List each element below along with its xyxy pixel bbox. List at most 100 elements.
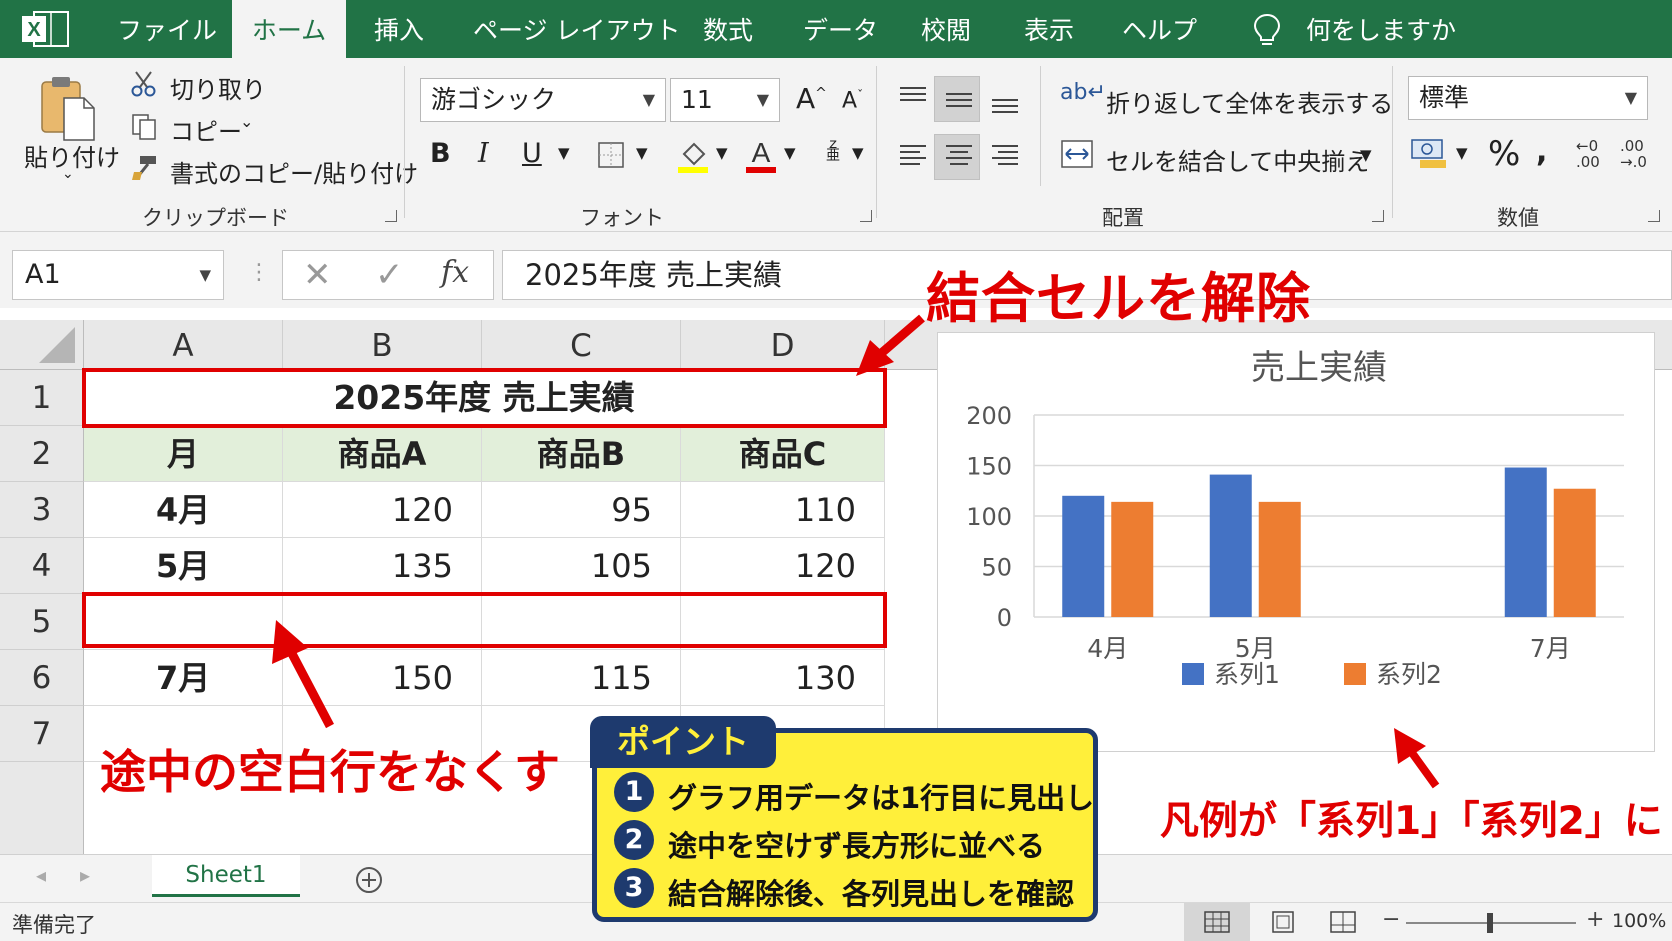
data-cell[interactable]: 105	[482, 538, 681, 594]
fill-color-icon[interactable]	[676, 138, 710, 174]
data-cell[interactable]: 120	[681, 538, 885, 594]
excel-logo-icon[interactable]: X	[20, 10, 70, 48]
copy-icon	[132, 114, 156, 140]
row-header-3[interactable]: 3	[0, 482, 84, 538]
font-color-chevron-icon[interactable]: ▼	[784, 144, 796, 162]
bar-2[interactable]	[1111, 501, 1154, 617]
row-header-5[interactable]: 5	[0, 594, 84, 650]
alignment-dialog-launcher[interactable]	[1372, 210, 1384, 222]
underline-chevron-icon[interactable]: ▼	[558, 144, 570, 162]
page-layout-view-icon[interactable]	[1270, 911, 1296, 933]
tab-formulas[interactable]: 数式	[703, 0, 753, 58]
bar-1[interactable]	[1209, 474, 1252, 617]
zoom-in-icon[interactable]: +	[1586, 907, 1604, 932]
currency-format-icon[interactable]	[1410, 136, 1448, 170]
row-header-1[interactable]: 1	[0, 370, 84, 426]
data-cell[interactable]: 7月	[84, 650, 283, 706]
wrap-text-button[interactable]: 折り返して全体を表示する	[1106, 84, 1393, 119]
header-cell-product-a[interactable]: 商品A	[283, 426, 482, 482]
scroll-right-icon[interactable]: ▸	[80, 863, 90, 887]
data-cell[interactable]: 120	[283, 482, 482, 538]
merge-chevron-icon[interactable]: ▼	[1360, 146, 1372, 164]
select-all-corner[interactable]	[0, 320, 84, 370]
data-cell[interactable]: 95	[482, 482, 681, 538]
font-size-dropdown[interactable]: 11 ▼	[670, 78, 780, 122]
bar-1[interactable]	[1504, 467, 1547, 617]
format-painter-button[interactable]: 書式のコピー/貼り付け	[170, 154, 418, 189]
data-cell[interactable]: 135	[283, 538, 482, 594]
column-header-a[interactable]: A	[84, 320, 283, 370]
column-header-c[interactable]: C	[482, 320, 681, 370]
currency-chevron-icon[interactable]: ▼	[1456, 144, 1468, 162]
zoom-slider-thumb[interactable]	[1487, 913, 1493, 933]
zoom-out-icon[interactable]: −	[1382, 907, 1400, 932]
number-format-dropdown[interactable]: 標準 ▼	[1408, 76, 1648, 120]
tab-file[interactable]: ファイル	[117, 0, 217, 58]
italic-icon[interactable]: I	[478, 138, 489, 169]
row-header-2[interactable]: 2	[0, 426, 84, 482]
tab-data[interactable]: データ	[803, 0, 878, 58]
number-dialog-launcher[interactable]	[1648, 210, 1660, 222]
copy-button[interactable]: コピー	[170, 112, 242, 147]
header-cell-month[interactable]: 月	[84, 426, 283, 482]
header-cell-product-c[interactable]: 商品C	[681, 426, 885, 482]
font-dialog-launcher[interactable]	[860, 210, 872, 222]
cut-button[interactable]: 切り取り	[170, 70, 266, 105]
column-header-b[interactable]: B	[283, 320, 482, 370]
insert-function-icon[interactable]: fx	[441, 255, 469, 290]
data-cell[interactable]: 5月	[84, 538, 283, 594]
tab-help[interactable]: ヘルプ	[1122, 0, 1197, 58]
data-cell[interactable]: 150	[283, 650, 482, 706]
font-name-dropdown[interactable]: 游ゴシック ▼	[420, 78, 666, 122]
clipboard-dialog-launcher[interactable]	[385, 210, 397, 222]
tab-view[interactable]: 表示	[1024, 0, 1074, 58]
alignment-icons[interactable]	[896, 82, 1026, 182]
increase-decimal-icon[interactable]: ←0.00	[1576, 138, 1600, 170]
tab-insert[interactable]: 挿入	[374, 0, 424, 58]
bar-2[interactable]	[1553, 488, 1596, 617]
phonetic-guide-icon[interactable]: ｚ亜	[826, 137, 840, 163]
tab-review[interactable]: 校閲	[921, 0, 971, 58]
decrease-decimal-icon[interactable]: .00 →.0	[1620, 138, 1647, 170]
row-header-6[interactable]: 6	[0, 650, 84, 706]
bold-icon[interactable]: B	[430, 138, 451, 169]
tab-page-layout[interactable]: ページ レイアウト	[473, 0, 680, 58]
comma-style-icon[interactable]: ,	[1536, 134, 1547, 169]
copy-chevron-icon[interactable]: ⌄	[240, 112, 253, 131]
normal-view-button[interactable]	[1184, 903, 1250, 941]
grow-font-icon[interactable]: A^	[796, 82, 827, 115]
data-cell[interactable]: 115	[482, 650, 681, 706]
underline-icon[interactable]: U	[522, 138, 542, 169]
data-cell[interactable]: 130	[681, 650, 885, 706]
data-cell[interactable]: 110	[681, 482, 885, 538]
fill-color-chevron-icon[interactable]: ▼	[716, 144, 728, 162]
scroll-left-icon[interactable]: ◂	[36, 863, 46, 887]
cancel-icon[interactable]: ✕	[303, 255, 332, 295]
borders-chevron-icon[interactable]: ▼	[636, 144, 648, 162]
tell-me-search[interactable]: 何をしますか	[1306, 0, 1456, 58]
paste-icon[interactable]	[38, 74, 98, 144]
add-sheet-icon[interactable]	[354, 865, 384, 895]
bar-2[interactable]	[1258, 501, 1301, 617]
zoom-level[interactable]: 100%	[1612, 910, 1666, 932]
font-color-icon[interactable]: A	[744, 136, 778, 174]
column-header-d[interactable]: D	[681, 320, 885, 370]
tab-home[interactable]: ホーム	[232, 0, 346, 58]
shrink-font-icon[interactable]: Aˇ	[842, 88, 863, 113]
merge-center-button[interactable]: セルを結合して中央揃え	[1106, 142, 1369, 177]
borders-icon[interactable]	[596, 140, 626, 170]
ribbon-divider	[876, 66, 877, 218]
phonetic-chevron-icon[interactable]: ▼	[852, 144, 864, 162]
row-header-4[interactable]: 4	[0, 538, 84, 594]
percent-icon[interactable]: %	[1488, 134, 1520, 174]
sheet-tab-sheet1[interactable]: Sheet1	[152, 855, 300, 897]
name-box[interactable]: A1 ▼	[12, 250, 224, 300]
row-header-7[interactable]: 7	[0, 706, 84, 762]
data-cell[interactable]: 4月	[84, 482, 283, 538]
header-cell-product-b[interactable]: 商品B	[482, 426, 681, 482]
paste-chevron-icon[interactable]: ⌄	[62, 166, 74, 182]
enter-check-icon[interactable]: ✓	[375, 255, 404, 295]
page-break-view-icon[interactable]	[1330, 911, 1356, 933]
embedded-chart[interactable]: 売上実績 0 50 100 150 200 4月 5月 7月 系列1 系列2	[937, 332, 1655, 752]
bar-1[interactable]	[1062, 495, 1105, 617]
